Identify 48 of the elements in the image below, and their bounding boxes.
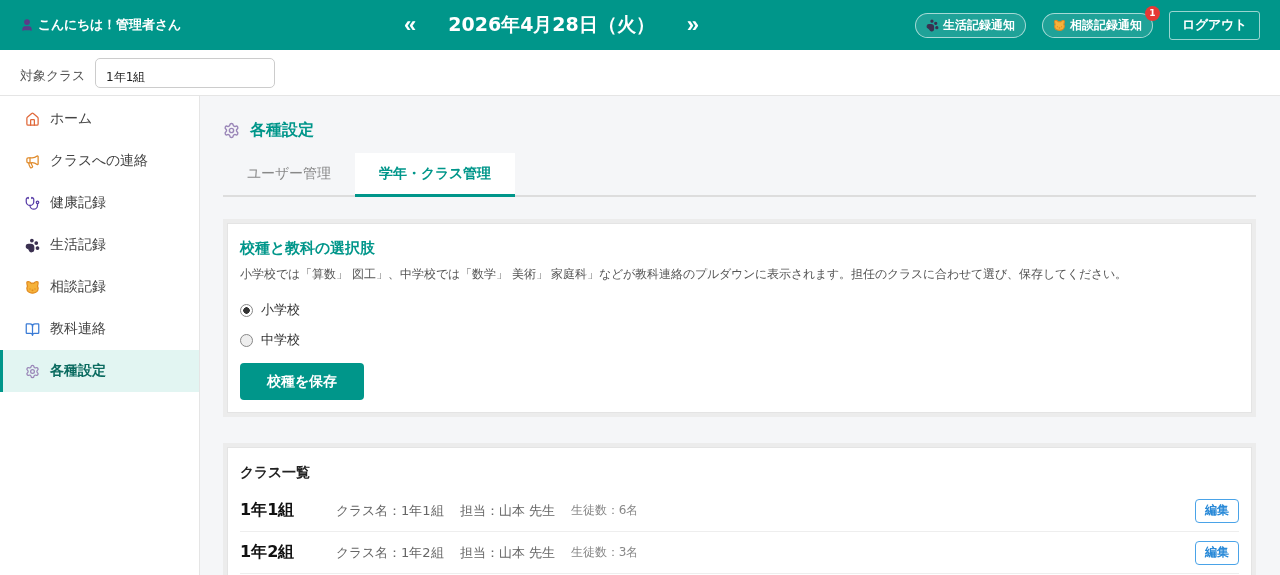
tab[interactable]: ユーザー管理 — [223, 153, 355, 197]
stethoscope-icon — [25, 195, 40, 211]
radio-button[interactable] — [240, 303, 253, 317]
card-title: クラス一覧 — [240, 464, 310, 480]
notification-button[interactable]: 生活記録通知 — [915, 12, 1026, 38]
paw-icon — [926, 18, 939, 32]
sidebar-item[interactable]: 相談記録 — [0, 266, 199, 308]
user-icon — [20, 18, 34, 32]
cat-icon — [1053, 18, 1066, 32]
radio-label: 中学校 — [261, 331, 300, 349]
logout-button[interactable]: ログアウト — [1169, 10, 1260, 40]
class-name: 1年1組 — [240, 500, 295, 519]
class-label: クラス名：1年2組 — [336, 543, 444, 562]
current-date: 2026年4月28日（火） — [448, 12, 655, 37]
sidebar-item[interactable]: 健康記録 — [0, 182, 199, 224]
cat-icon — [25, 279, 40, 295]
sidebar-item[interactable]: 各種設定 — [0, 350, 199, 392]
notification-count: 1 — [1145, 5, 1160, 21]
sidebar-item[interactable]: 生活記録 — [0, 224, 199, 266]
edit-button[interactable]: 編集 — [1195, 498, 1239, 523]
save-button[interactable]: 校種を保存 — [240, 363, 364, 400]
tab[interactable]: 学年・クラス管理 — [355, 153, 515, 197]
next-day-button[interactable]: » — [682, 12, 704, 38]
settings-icon — [223, 122, 240, 139]
radio-label: 小学校 — [261, 301, 300, 319]
house-icon — [25, 111, 40, 127]
student-count: 生徒数：3名 — [570, 543, 639, 561]
radio-button[interactable] — [240, 333, 253, 347]
student-count: 生徒数：6名 — [570, 501, 639, 519]
megaphone-icon — [25, 153, 40, 169]
card-description: 小学校では「算数」 図工」、中学校では「数学」 美術」 家庭科」などが教科連絡のプルダウンに表示されます。担任のクラスに合わせて選び、保存してください。 — [240, 266, 1129, 283]
previous-day-button[interactable]: « — [400, 12, 421, 38]
book-icon — [25, 321, 40, 337]
greeting-text: こんにちは！管理者さん — [38, 16, 181, 34]
sidebar-item[interactable]: クラスへの連絡 — [0, 140, 199, 182]
sidebar-item[interactable]: ホーム — [0, 98, 199, 140]
teacher-name: 担当：山本 先生 — [459, 543, 555, 562]
class-label: クラス名：1年1組 — [336, 501, 444, 520]
edit-button[interactable]: 編集 — [1195, 540, 1239, 565]
class-filter-label: 対象クラス — [20, 67, 85, 85]
card-title: 校種と教科の選択肢 — [240, 239, 375, 257]
sidebar-item[interactable]: 教科連絡 — [0, 308, 199, 350]
class-name: 1年2組 — [240, 542, 295, 561]
teacher-name: 担当：山本 先生 — [459, 501, 555, 520]
page-title: 各種設定 — [250, 120, 314, 141]
paw-icon — [25, 237, 40, 253]
settings-icon — [25, 363, 40, 379]
class-select[interactable]: 1年1組 — [95, 58, 275, 88]
